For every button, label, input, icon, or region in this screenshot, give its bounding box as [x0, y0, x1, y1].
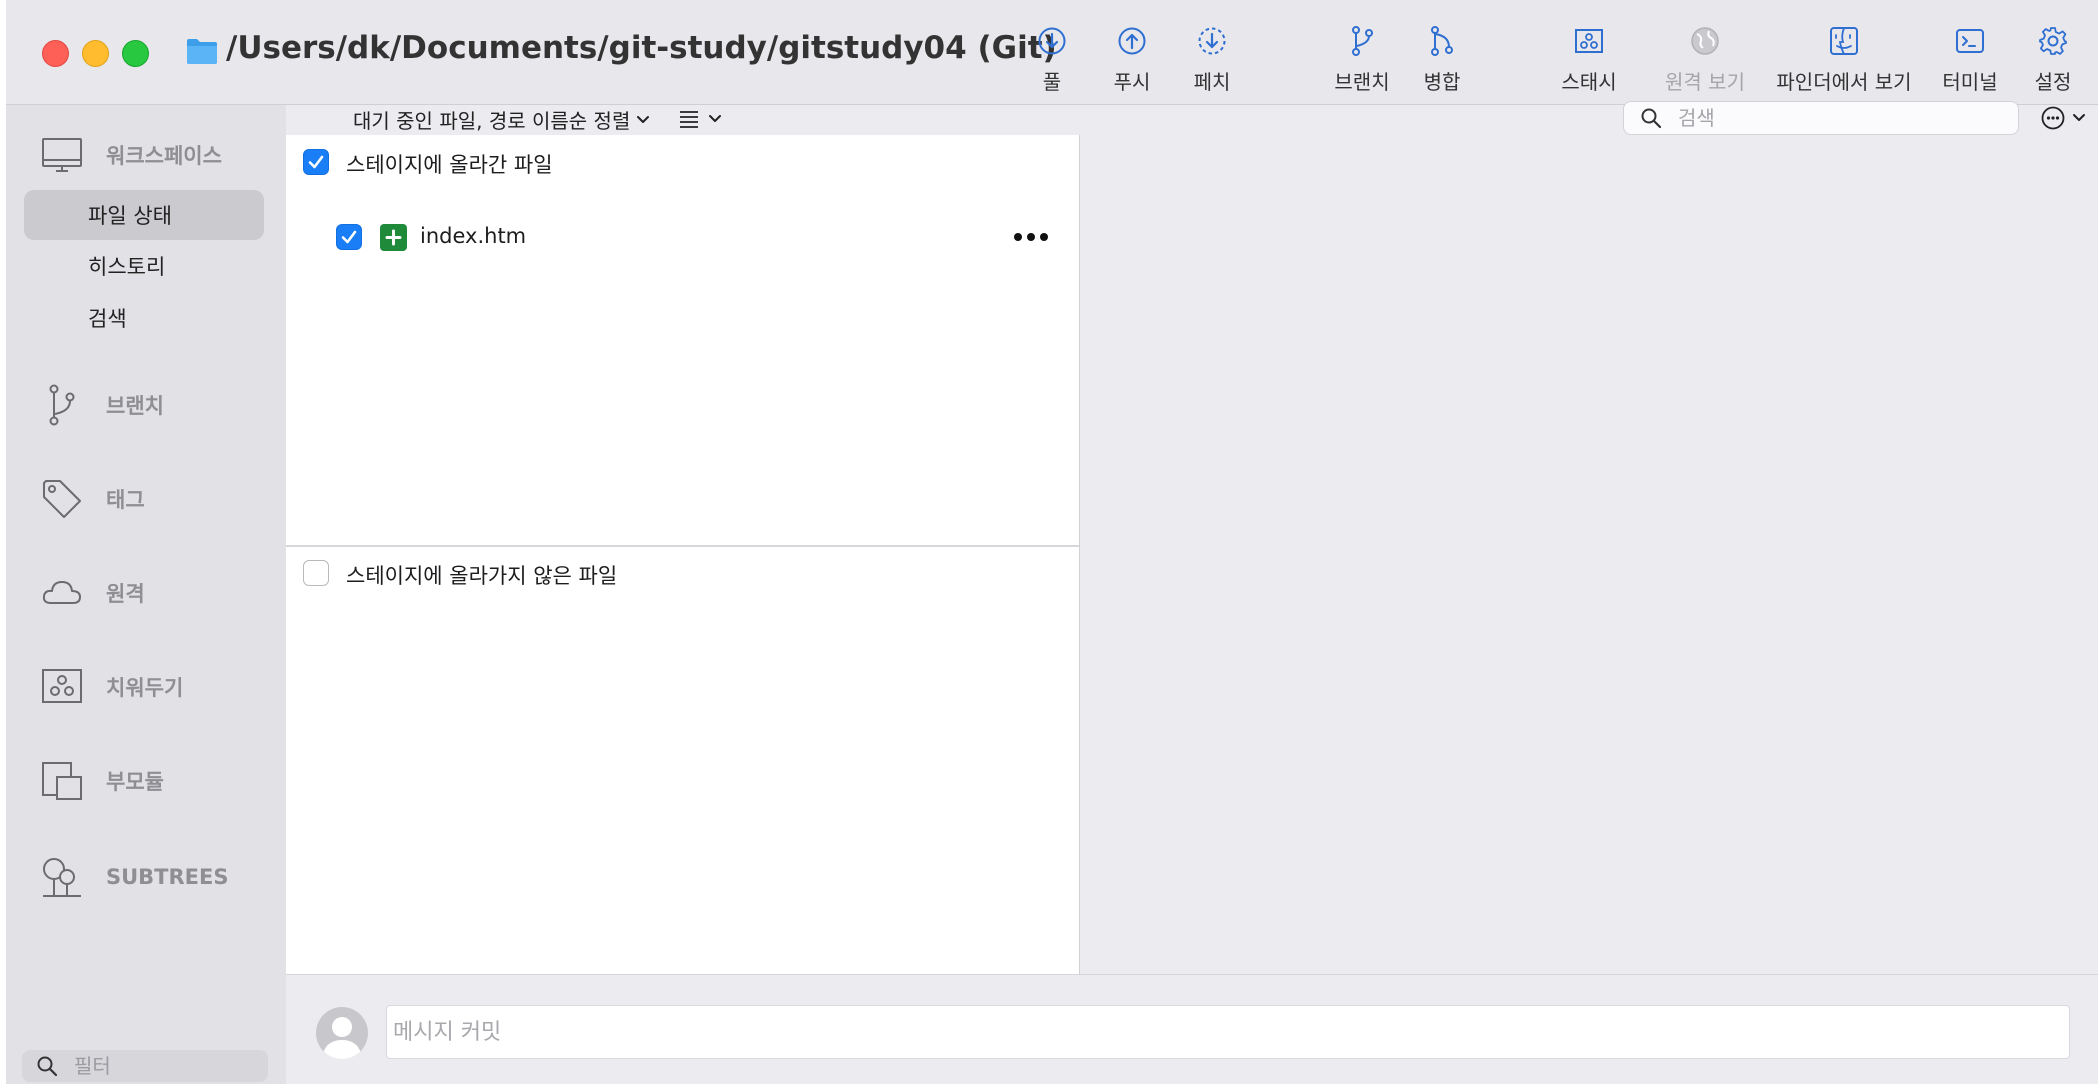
avatar [316, 1007, 368, 1059]
chevron-down-icon [637, 115, 650, 123]
staged-section-label: 스테이지에 올라간 파일 [346, 153, 553, 177]
push-button[interactable]: 푸시 [1104, 24, 1160, 96]
fetch-button[interactable]: 페치 [1184, 24, 1240, 96]
finder-view-label: 파인더에서 보기 [1776, 70, 1912, 94]
sidebar-item-label: 히스토리 [88, 255, 166, 279]
sidebar-section-remotes[interactable]: 원격 [40, 571, 145, 615]
finder-icon [1830, 27, 1858, 55]
tree-icon [43, 858, 81, 897]
terminal-icon [1956, 29, 1984, 53]
folder-icon [187, 39, 217, 64]
finder-view-button[interactable]: 파인더에서 보기 [1770, 24, 1918, 96]
stash-icon [42, 669, 82, 703]
fetch-label: 페치 [1193, 70, 1231, 94]
sidebar-section-branches[interactable]: 브랜치 [40, 383, 164, 427]
branch-icon [1352, 26, 1373, 56]
sidebar-section-workspace[interactable]: 워크스페이스 [40, 133, 222, 177]
sidebar-section-label: 원격 [106, 582, 145, 606]
sidebar-item-label: 파일 상태 [88, 204, 172, 228]
maximize-window-button[interactable] [122, 40, 149, 67]
checkmark-icon [308, 155, 324, 169]
sidebar-section-submodules[interactable]: 부모듈 [40, 759, 164, 803]
commit-bar [286, 974, 2098, 1084]
user-icon [322, 1017, 362, 1059]
sidebar-section-label: 태그 [106, 488, 145, 512]
branch-label: 브랜치 [1334, 70, 1390, 94]
file-name: index.htm [420, 224, 527, 248]
file-search[interactable] [1623, 101, 2019, 135]
branch-button[interactable]: 브랜치 [1324, 24, 1400, 96]
unstaged-section-label: 스테이지에 올라가지 않은 파일 [346, 564, 618, 588]
search-icon [37, 1056, 58, 1077]
push-label: 푸시 [1113, 70, 1151, 94]
sidebar-section-label: 브랜치 [106, 394, 164, 418]
fetch-icon [1198, 27, 1226, 55]
sidebar-section-label: 부모듈 [106, 770, 164, 794]
close-window-button[interactable] [42, 40, 69, 67]
monitor-icon [42, 138, 82, 172]
sidebar-section-label: 워크스페이스 [106, 144, 222, 168]
filter-input[interactable] [72, 1053, 256, 1079]
push-icon [1118, 27, 1146, 55]
search-input[interactable] [1676, 105, 2000, 131]
plus-icon [385, 229, 402, 246]
sidebar-item-file-status[interactable]: 파일 상태 [24, 190, 264, 240]
commit-message-input[interactable] [386, 1005, 2070, 1059]
tag-icon [43, 480, 81, 518]
merge-icon [1431, 26, 1453, 56]
sort-dropdown[interactable]: 대기 중인 파일, 경로 이름순 정렬 [353, 105, 650, 134]
stash-icon [1575, 29, 1603, 53]
remote-view-label: 원격 보기 [1665, 70, 1745, 94]
list-icon [680, 111, 698, 128]
pull-icon [1038, 27, 1066, 55]
cloud-icon [42, 581, 81, 604]
pull-button[interactable]: 풀 [1024, 24, 1080, 96]
sidebar: 워크스페이스 파일 상태 히스토리 검색 브랜치 태그 원격 치워두기 부모듈 … [6, 105, 286, 1084]
title-toolbar: /Users/dk/Documents/git-study/gitstudy04… [6, 0, 2098, 105]
sidebar-item-label: 검색 [88, 307, 127, 331]
gear-icon [2039, 27, 2067, 55]
sort-label: 대기 중인 파일, 경로 이름순 정렬 [353, 109, 631, 133]
sidebar-section-subtrees[interactable]: SUBTREES [40, 855, 229, 899]
sidebar-section-tags[interactable]: 태그 [40, 477, 145, 521]
stash-label: 스태시 [1561, 70, 1617, 94]
merge-label: 병합 [1423, 70, 1461, 94]
globe-icon [1691, 27, 1719, 55]
remote-view-button[interactable]: 원격 보기 [1654, 24, 1756, 96]
terminal-button[interactable]: 터미널 [1940, 24, 2000, 96]
file-status-toolbar: 대기 중인 파일, 경로 이름순 정렬 [286, 101, 2098, 135]
sidebar-section-label: SUBTREES [106, 865, 229, 889]
stash-button[interactable]: 스태시 [1554, 24, 1624, 96]
search-icon [1641, 108, 1662, 129]
window-title: /Users/dk/Documents/git-study/gitstudy04… [226, 30, 1057, 66]
pull-label: 풀 [1042, 70, 1062, 94]
branch-icon [49, 384, 75, 426]
settings-button[interactable]: 설정 [2028, 24, 2078, 96]
sidebar-filter[interactable] [22, 1050, 268, 1082]
pane-splitter[interactable] [286, 545, 1079, 547]
ellipsis-icon[interactable] [1013, 231, 1049, 243]
file-list-pane: 스테이지에 올라간 파일 index.htm 스테이지에 올라가지 않은 파일 [286, 135, 1080, 974]
minimize-window-button[interactable] [82, 40, 109, 67]
settings-label: 설정 [2034, 70, 2072, 94]
sidebar-section-label: 치워두기 [106, 676, 184, 700]
sidebar-item-search[interactable]: 검색 [24, 293, 264, 343]
sidebar-item-history[interactable]: 히스토리 [24, 241, 264, 291]
checkmark-icon [341, 230, 357, 244]
file-checkbox[interactable] [336, 224, 362, 250]
chevron-down-icon [709, 115, 721, 122]
merge-button[interactable]: 병합 [1414, 24, 1470, 96]
sourcetree-window: /Users/dk/Documents/git-study/gitstudy04… [6, 0, 2098, 1084]
view-mode-dropdown[interactable] [678, 108, 722, 130]
options-dropdown[interactable] [2040, 105, 2086, 131]
staged-all-checkbox[interactable] [303, 149, 329, 175]
submodule-icon [42, 762, 82, 800]
diff-pane [1080, 135, 2098, 974]
file-added-icon [380, 224, 407, 251]
terminal-label: 터미널 [1942, 70, 1998, 94]
chevron-down-icon [2073, 114, 2085, 121]
unstaged-all-checkbox[interactable] [303, 560, 329, 586]
ellipsis-circle-icon [2041, 106, 2065, 130]
sidebar-section-stashes[interactable]: 치워두기 [40, 665, 183, 709]
